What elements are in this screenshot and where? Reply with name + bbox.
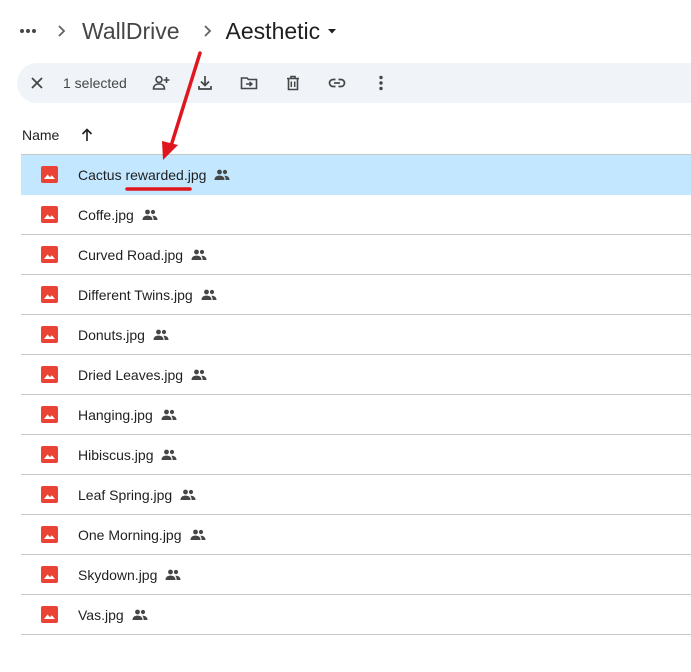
image-file-icon <box>41 366 58 383</box>
selected-count: 1 selected <box>63 75 127 91</box>
file-name: Hibiscus.jpg <box>78 446 154 463</box>
image-file-icon <box>41 486 58 503</box>
file-row[interactable]: Leaf Spring.jpg <box>21 475 691 515</box>
file-row[interactable]: Skydown.jpg <box>21 555 691 595</box>
breadcrumb: WallDrive Aesthetic <box>14 12 338 50</box>
name-column-header[interactable]: Name <box>22 127 59 143</box>
file-row[interactable]: Different Twins.jpg <box>21 275 691 315</box>
more-horizontal-icon[interactable] <box>14 12 42 50</box>
file-name: One Morning.jpg <box>78 526 182 543</box>
file-list: Cactus rewarded.jpg Coffe.jpg Curved Road.… <box>21 154 691 635</box>
file-row[interactable]: Donuts.jpg <box>21 315 691 355</box>
selection-toolbar: 1 selected <box>17 63 691 103</box>
breadcrumb-item-aesthetic: Aesthetic <box>225 17 321 44</box>
shared-people-icon <box>201 289 217 301</box>
shared-people-icon <box>190 529 206 541</box>
file-name: Curved Road.jpg <box>78 246 184 263</box>
file-row[interactable]: Curved Road.jpg <box>21 235 691 275</box>
file-name: Skydown.jpg <box>78 566 158 583</box>
image-file-icon <box>41 606 58 623</box>
file-name: Coffe.jpg <box>78 206 134 223</box>
shared-people-icon <box>142 209 158 221</box>
file-row[interactable]: Dried Leaves.jpg <box>21 355 691 395</box>
more-vertical-icon[interactable] <box>365 67 397 99</box>
list-header: Name <box>22 121 99 149</box>
caret-down-icon <box>326 25 338 37</box>
shared-people-icon <box>165 569 181 581</box>
link-icon[interactable] <box>321 67 353 99</box>
arrow-up-icon[interactable] <box>75 123 99 147</box>
close-icon[interactable] <box>21 67 53 99</box>
chevron-right-icon <box>42 12 80 50</box>
image-file-icon <box>41 166 58 183</box>
file-row[interactable]: Hanging.jpg <box>21 395 691 435</box>
breadcrumb-current-folder[interactable]: Aesthetic <box>226 18 339 45</box>
shared-people-icon <box>180 489 196 501</box>
move-icon[interactable] <box>233 67 265 99</box>
file-row[interactable]: Vas.jpg <box>21 595 691 635</box>
image-file-icon <box>41 206 58 223</box>
file-name: Leaf Spring.jpg <box>78 486 173 503</box>
image-file-icon <box>41 446 58 463</box>
shared-people-icon <box>214 169 230 181</box>
image-file-icon <box>41 286 58 303</box>
file-row[interactable]: Cactus rewarded.jpg <box>21 155 691 195</box>
image-file-icon <box>41 406 58 423</box>
image-file-icon <box>41 566 58 583</box>
image-file-icon <box>41 246 58 263</box>
chevron-right-icon <box>188 12 226 50</box>
file-name: Vas.jpg <box>78 606 124 623</box>
file-row[interactable]: One Morning.jpg <box>21 515 691 555</box>
shared-people-icon <box>153 329 169 341</box>
shared-people-icon <box>132 609 148 621</box>
breadcrumb-item-walldrive[interactable]: WallDrive <box>80 18 182 45</box>
shared-people-icon <box>191 369 207 381</box>
share-icon[interactable] <box>145 67 177 99</box>
file-name: Different Twins.jpg <box>78 286 193 303</box>
shared-people-icon <box>161 409 177 421</box>
file-name: Hanging.jpg <box>78 406 153 423</box>
download-icon[interactable] <box>189 67 221 99</box>
file-name: Donuts.jpg <box>78 326 145 343</box>
file-row[interactable]: Hibiscus.jpg <box>21 435 691 475</box>
file-name: Dried Leaves.jpg <box>78 366 184 383</box>
shared-people-icon <box>161 449 177 461</box>
trash-icon[interactable] <box>277 67 309 99</box>
shared-people-icon <box>191 249 207 261</box>
image-file-icon <box>41 326 58 343</box>
file-row[interactable]: Coffe.jpg <box>21 195 691 235</box>
image-file-icon <box>41 526 58 543</box>
file-name: Cactus rewarded.jpg <box>78 166 207 183</box>
